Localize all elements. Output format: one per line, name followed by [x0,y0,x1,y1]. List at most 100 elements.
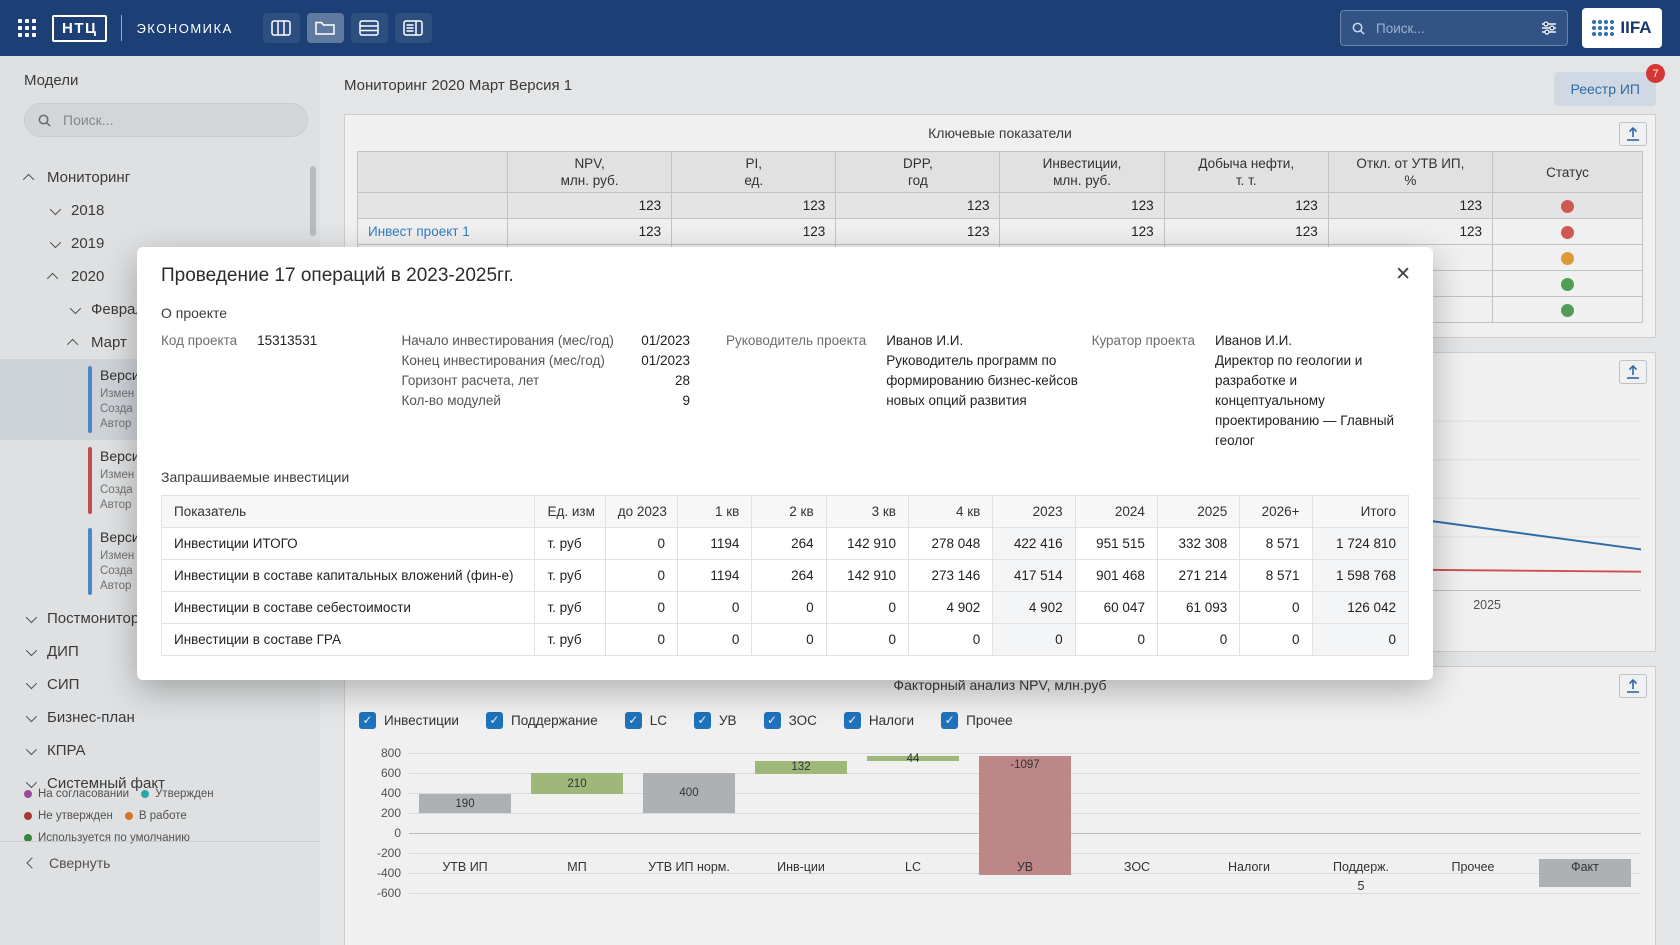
inv-column-header: Показатель [162,496,535,528]
investments-table: ПоказательЕд. измдо 20231 кв2 кв3 кв4 кв… [161,495,1409,656]
inv-column-header: 3 кв [826,496,908,528]
inv-value-cell: 0 [826,592,908,624]
inv-column-header: 4 кв [908,496,992,528]
inv-value-cell: 126 042 [1312,592,1408,624]
inv-value-cell: 951 515 [1075,528,1157,560]
view-columns-button[interactable] [263,13,300,43]
modal-title: Проведение 17 операций в 2023-2025гг. [161,265,1409,287]
iifa-logo-text: IIFA [1620,18,1651,38]
navbar-right: IIFA [1340,8,1662,48]
project-modal: Проведение 17 операций в 2023-2025гг. ✕ … [137,247,1433,680]
inv-value-cell: 0 [1157,624,1239,656]
inv-value-cell: 1 724 810 [1312,528,1408,560]
iifa-dots-icon [1592,20,1614,36]
inv-value-cell: 0 [1312,624,1408,656]
inv-column-header: 2024 [1075,496,1157,528]
inv-value-cell: 422 416 [993,528,1075,560]
param-label: Начало инвестирования (мес/год) [401,331,613,351]
param-label: Горизонт расчета, лет [401,371,539,391]
project-curator: Куратор проекта Иванов И.И. Директор по … [1092,331,1409,451]
inv-unit-cell: т. руб [535,528,605,560]
sidebar-layout-icon [403,20,423,36]
about-grid: Код проекта 15313531 Начало инвестирован… [161,331,1409,451]
inv-column-header: 1 кв [678,496,752,528]
param-label: Кол-во модулей [401,391,500,411]
columns-icon [271,20,291,36]
inv-row: Инвестиции в составе себестоимостит. руб… [162,592,1409,624]
view-folder-button[interactable] [307,13,344,43]
inv-value-cell: 0 [678,592,752,624]
iifa-logo: IIFA [1582,8,1662,48]
filter-sliders-icon[interactable] [1541,20,1557,36]
inv-value-cell: 8 571 [1240,528,1312,560]
project-code-label: Код проекта [161,331,237,351]
view-table-button[interactable] [351,13,388,43]
inv-unit-cell: т. руб [535,560,605,592]
inv-value-cell: 4 902 [908,592,992,624]
inv-value-cell: 1194 [678,560,752,592]
inv-indicator-name: Инвестиции в составе капитальных вложени… [162,560,535,592]
inv-value-cell: 1 598 768 [1312,560,1408,592]
inv-value-cell: 264 [752,528,826,560]
inv-value-cell: 273 146 [908,560,992,592]
global-search-input[interactable] [1374,20,1533,37]
curator-name: Иванов И.И. [1215,331,1409,351]
inv-value-cell: 0 [1075,624,1157,656]
inv-value-cell: 332 308 [1157,528,1239,560]
app-root: НТЦ ЭКОНОМИКА IIFA [0,0,1680,945]
inv-column-header: 2025 [1157,496,1239,528]
inv-value-cell: 142 910 [826,560,908,592]
inv-value-cell: 0 [752,624,826,656]
view-switcher [263,13,432,43]
inv-value-cell: 0 [678,624,752,656]
param-value: 28 [675,371,690,391]
curator-label: Куратор проекта [1092,331,1195,451]
table-rows-icon [359,20,379,36]
inv-column-header: 2023 [993,496,1075,528]
inv-value-cell: 271 214 [1157,560,1239,592]
inv-indicator-name: Инвестиции в составе ГРА [162,624,535,656]
inv-value-cell: 0 [993,624,1075,656]
inv-unit-cell: т. руб [535,592,605,624]
manager-label: Руководитель проекта [726,331,866,451]
inv-value-cell: 0 [605,560,677,592]
curator-role: Директор по геологии и разработке и конц… [1215,351,1409,451]
inv-column-header: Итого [1312,496,1408,528]
inv-value-cell: 0 [605,624,677,656]
inv-row: Инвестиции ИТОГОт. руб01194264142 910278… [162,528,1409,560]
param-value: 01/2023 [641,351,690,371]
brand-divider [121,15,122,41]
inv-value-cell: 142 910 [826,528,908,560]
about-section-title: О проекте [161,305,1409,321]
inv-value-cell: 0 [826,624,908,656]
inv-indicator-name: Инвестиции ИТОГО [162,528,535,560]
inv-value-cell: 0 [605,528,677,560]
inv-value-cell: 278 048 [908,528,992,560]
investments-section-title: Запрашиваемые инвестиции [161,469,1409,485]
apps-grid-icon[interactable] [18,19,36,37]
project-param-row: Начало инвестирования (мес/год)01/2023 [401,331,690,351]
project-code-value: 15313531 [257,331,317,351]
inv-indicator-name: Инвестиции в составе себестоимости [162,592,535,624]
inv-value-cell: 0 [605,592,677,624]
project-params: Начало инвестирования (мес/год)01/2023Ко… [401,331,690,451]
inv-column-header: до 2023 [605,496,677,528]
project-param-row: Горизонт расчета, лет 28 [401,371,690,391]
search-icon [1351,21,1366,36]
inv-value-cell: 61 093 [1157,592,1239,624]
inv-value-cell: 0 [1240,592,1312,624]
inv-column-header: 2026+ [1240,496,1312,528]
project-manager: Руководитель проекта Иванов И.И. Руковод… [726,331,1092,451]
inv-value-cell: 1194 [678,528,752,560]
economics-label: ЭКОНОМИКА [136,21,232,36]
inv-row: Инвестиции в составе капитальных вложени… [162,560,1409,592]
inv-value-cell: 4 902 [993,592,1075,624]
inv-value-cell: 0 [752,592,826,624]
inv-unit-cell: т. руб [535,624,605,656]
inv-value-cell: 901 468 [1075,560,1157,592]
inv-value-cell: 264 [752,560,826,592]
close-icon[interactable]: ✕ [1395,265,1411,284]
project-param-row: Конец инвестирования (мес/год)01/2023 [401,351,690,371]
ntc-logo: НТЦ [52,15,107,42]
view-layout-button[interactable] [395,13,432,43]
